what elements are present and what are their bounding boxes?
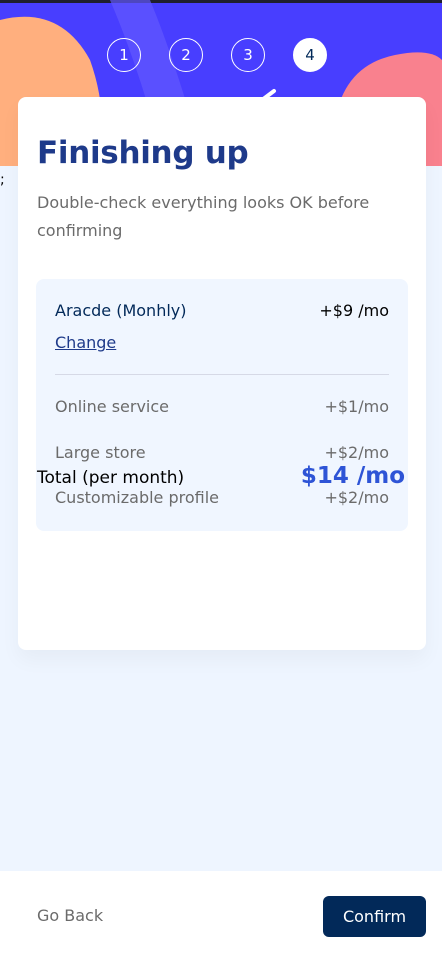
step-indicator: 1 2 3 4 (107, 38, 327, 72)
change-plan-link[interactable]: Change (55, 333, 116, 352)
step-3[interactable]: 3 (231, 38, 265, 72)
plan-price: +$9 /mo (319, 301, 389, 320)
addon-row: Online service +$1/mo (55, 397, 389, 416)
total-label: Total (per month) (37, 468, 185, 488)
addon-name: Online service (55, 397, 170, 416)
confirm-button[interactable]: Confirm (323, 896, 426, 937)
stray-text: ; (0, 172, 5, 188)
go-back-button[interactable]: Go Back (37, 906, 103, 925)
footer-bar: Go Back Confirm (0, 871, 442, 961)
step-4-active[interactable]: 4 (293, 38, 327, 72)
page-subtitle: Double-check everything looks OK before … (37, 193, 370, 240)
addon-row: Large store +$2/mo (55, 443, 389, 462)
addon-name: Large store (55, 443, 146, 462)
page-title: Finishing up (37, 135, 249, 171)
summary-divider (55, 374, 389, 375)
addon-row: Customizable profile +$2/mo (55, 488, 389, 507)
addon-price: +$2/mo (324, 488, 389, 507)
summary-card: Finishing up Double-check everything loo… (18, 97, 426, 650)
addon-price: +$1/mo (324, 397, 389, 416)
step-2[interactable]: 2 (169, 38, 203, 72)
total-value: $14 /mo (300, 463, 405, 489)
plan-name: Aracde (Monhly) (55, 301, 187, 320)
step-1[interactable]: 1 (107, 38, 141, 72)
addon-name: Customizable profile (55, 488, 220, 507)
order-summary: Aracde (Monhly) +$9 /mo Change Online se… (36, 279, 408, 531)
addon-price: +$2/mo (324, 443, 389, 462)
